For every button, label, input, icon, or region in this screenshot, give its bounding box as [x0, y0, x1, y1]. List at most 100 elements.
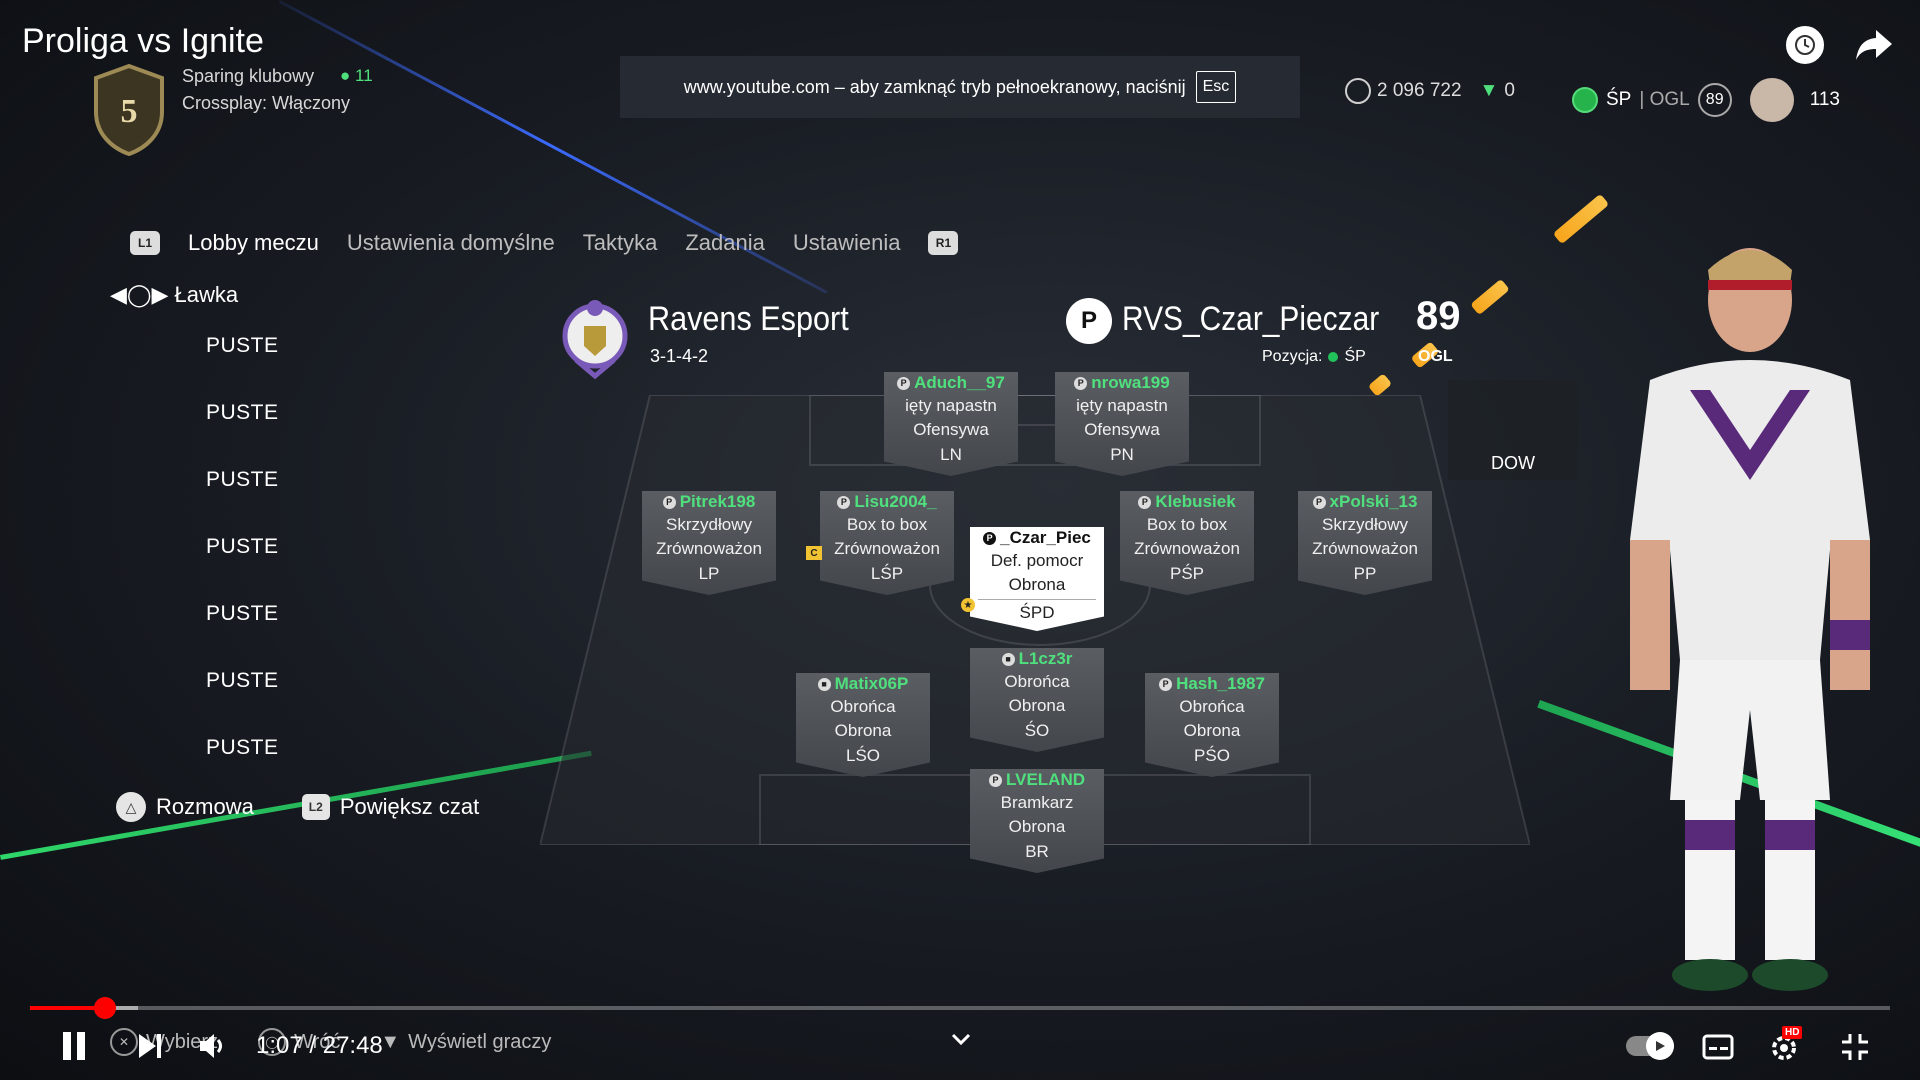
- progress-scrubber[interactable]: [94, 997, 116, 1019]
- points-icon: ▼: [1479, 80, 1499, 101]
- tab-default-settings[interactable]: Ustawienia domyślne: [347, 230, 555, 256]
- chevron-down-icon[interactable]: [950, 1032, 972, 1048]
- card-position: LŚP: [870, 564, 904, 583]
- pause-icon[interactable]: [60, 1030, 88, 1062]
- playstation-icon: P: [1159, 677, 1173, 691]
- playstation-icon: P: [1138, 495, 1152, 509]
- hd-badge: HD: [1782, 1026, 1803, 1039]
- clock-icon[interactable]: [1786, 26, 1824, 64]
- tab-tasks[interactable]: Zadania: [685, 230, 765, 256]
- autoplay-toggle[interactable]: [1626, 1032, 1674, 1060]
- player-card-so[interactable]: ■ L1cz3r Obrońca Obrona ŚO: [970, 648, 1104, 752]
- card-name-row: P Klebusiek: [1120, 491, 1254, 513]
- status-position: ŚP: [1606, 89, 1632, 110]
- bench-header: ◀◯▶ Ławka: [110, 282, 238, 308]
- playstation-icon: P: [983, 531, 997, 545]
- card-position: LP: [698, 564, 720, 583]
- bench-slot[interactable]: PUSTE: [206, 669, 326, 736]
- ogl-value: 89: [1697, 83, 1732, 117]
- bench-slot[interactable]: PUSTE: [206, 468, 326, 535]
- crossplay-status: Crossplay: Włączony: [182, 93, 351, 113]
- card-name-row: P LVELAND: [970, 769, 1104, 791]
- position-info: Pozycja: ŚP: [1262, 348, 1366, 366]
- time-display: 1:07 / 27:48: [256, 1032, 383, 1059]
- card-player-name: _Czar_Piec: [1000, 528, 1091, 547]
- card-player-name: xPolski_13: [1329, 492, 1418, 511]
- player-card-lsp[interactable]: P Lisu2004_ Box to box Zrównoważon LŚP: [820, 491, 954, 595]
- enlarge-chat-action[interactable]: L2 Powiększ czat: [301, 792, 480, 822]
- card-role: Box to box: [1146, 515, 1228, 534]
- position-value: ŚP: [1344, 348, 1366, 365]
- player-card-lp[interactable]: P Pitrek198 Skrzydłowy Zrównoważon LP: [642, 491, 776, 595]
- r1-button[interactable]: R1: [928, 231, 959, 255]
- card-focus: Zrównoważon: [656, 539, 762, 558]
- triangle-button-icon: △: [116, 792, 146, 822]
- player-card-psp[interactable]: P Klebusiek Box to box Zrównoważon PŚP: [1120, 491, 1254, 595]
- selected-player-name: RVS_Czar_Pieczar: [1122, 300, 1380, 338]
- card-focus: Ofensywa: [1084, 420, 1160, 439]
- bench-slot[interactable]: PUSTE: [206, 334, 326, 401]
- l2-button-icon: L2: [301, 794, 330, 820]
- card-role: Obrońca: [1179, 697, 1245, 716]
- share-icon[interactable]: [1854, 26, 1894, 62]
- exit-fullscreen-icon[interactable]: [1840, 1032, 1870, 1062]
- chat-label: Rozmowa: [156, 794, 254, 819]
- playstation-icon: P: [897, 376, 911, 390]
- playstation-icon: P: [1312, 495, 1326, 509]
- position-dot-icon: [1328, 352, 1339, 362]
- bench-slot[interactable]: PUSTE: [206, 401, 326, 468]
- card-focus: Zrównoważon: [834, 539, 940, 558]
- card-role: Bramkarz: [1000, 793, 1074, 812]
- volume-icon[interactable]: [198, 1032, 228, 1060]
- fullscreen-banner: www.youtube.com – aby zamknąć tryb pełno…: [620, 56, 1300, 118]
- cross-button-icon: ✕: [110, 1028, 138, 1056]
- card-player-name: nrowa199: [1091, 373, 1170, 392]
- svg-text:5: 5: [121, 93, 138, 130]
- esc-key[interactable]: Esc: [1195, 71, 1237, 103]
- profile-avatar[interactable]: [1749, 78, 1794, 122]
- card-position: ŚO: [1024, 721, 1050, 740]
- subtitles-icon[interactable]: [1702, 1034, 1734, 1060]
- orange-light: [1552, 193, 1610, 245]
- playstation-icon: P: [837, 495, 851, 509]
- card-name-row: Pnrowa199: [1055, 372, 1189, 394]
- next-icon[interactable]: [136, 1032, 164, 1060]
- card-name-row: ■ L1cz3r: [970, 648, 1104, 670]
- player-card-lso[interactable]: ■ Matix06P Obrońca Obrona LŚO: [796, 673, 930, 777]
- card-player-name: LVELAND: [1005, 770, 1085, 789]
- chat-action[interactable]: △ Rozmowa: [116, 792, 254, 822]
- hint-view-players: ▼ Wyświetl graczy: [380, 1030, 552, 1053]
- tab-tactics[interactable]: Taktyka: [583, 230, 658, 256]
- tab-settings[interactable]: Ustawienia: [793, 230, 901, 256]
- player-status: ŚP | OGL 89 113: [1572, 78, 1840, 122]
- card-name-row: P Hash_1987: [1145, 673, 1279, 695]
- card-focus: Obrona: [1008, 575, 1066, 594]
- left-stick-icon: ◀◯▶: [110, 282, 169, 307]
- player-card-br[interactable]: P LVELAND Bramkarz Obrona BR: [970, 769, 1104, 873]
- card-name-row: P Lisu2004_: [820, 491, 954, 513]
- controller-icon: ■: [1001, 652, 1015, 666]
- currency-bar: 2 096 722 ▼ 0: [1345, 78, 1515, 104]
- player-card-ln[interactable]: P Aduch__97 ięty napastn Ofensywa LN: [884, 372, 1018, 476]
- bench-slot[interactable]: PUSTE: [206, 535, 326, 602]
- club-crest-icon: [562, 300, 628, 380]
- card-focus: Ofensywa: [913, 420, 989, 439]
- card-name-row: PxPolski_13: [1298, 491, 1432, 513]
- player-card-spd-selected[interactable]: P _Czar_Piec Def. pomocr Obrona ŚPD: [970, 527, 1104, 631]
- touchpad-icon: ▼: [380, 1030, 401, 1053]
- player-card-pp[interactable]: PxPolski_13 Skrzydłowy Zrównoważon PP: [1298, 491, 1432, 595]
- player-card-pso[interactable]: P Hash_1987 Obrońca Obrona PŚO: [1145, 673, 1279, 777]
- person-icon: ●: [340, 66, 351, 85]
- progress-track[interactable]: [30, 1006, 1890, 1010]
- tab-lobby[interactable]: Lobby meczu: [188, 230, 319, 256]
- dow-slot[interactable]: DOW: [1448, 380, 1578, 480]
- settings-icon[interactable]: HD: [1768, 1026, 1803, 1064]
- card-focus: Obrona: [1183, 721, 1241, 740]
- bench-slot[interactable]: PUSTE: [206, 602, 326, 669]
- enlarge-chat-label: Powiększ czat: [339, 794, 480, 819]
- card-position: LN: [940, 445, 962, 464]
- player-card-pn[interactable]: Pnrowa199 ięty napastn Ofensywa PN: [1055, 372, 1189, 476]
- captain-badge: C: [806, 546, 822, 560]
- l1-button[interactable]: L1: [130, 231, 160, 255]
- card-focus: Obrona: [1008, 696, 1066, 715]
